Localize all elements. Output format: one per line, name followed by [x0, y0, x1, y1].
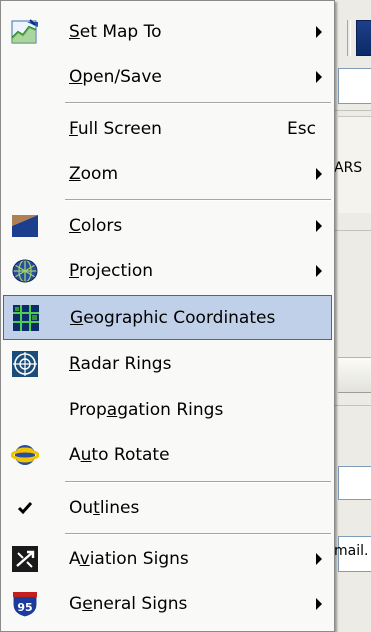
menu-item-label: Auto Rotate [69, 444, 170, 465]
background-divider [335, 405, 371, 406]
menu-item-label: Open/Save [69, 66, 162, 87]
background-input-field[interactable] [338, 466, 371, 500]
shortcut-label: Esc [287, 118, 316, 139]
background-peek-text: ARS [334, 160, 363, 176]
colors-icon [11, 212, 39, 240]
grid-icon [12, 304, 40, 332]
menu-item-propagation-rings[interactable]: Propagation Rings [3, 387, 332, 432]
highway-number: 95 [17, 601, 32, 614]
toolbar-button-icon[interactable] [356, 20, 371, 56]
toolbar-fragment [330, 0, 371, 62]
globe-projection-icon [11, 257, 39, 285]
background-divider [335, 110, 371, 111]
submenu-arrow-icon [316, 597, 322, 610]
menu-item-label: Colors [69, 215, 123, 236]
menu-item-radar-rings[interactable]: Radar Rings [3, 341, 332, 386]
menu-item-label: Radar Rings [69, 353, 172, 374]
radar-icon [11, 350, 39, 378]
toolbar-separator [347, 20, 351, 56]
menu-item-set-map-to[interactable]: Set Map To [3, 9, 332, 54]
aviation-sign-icon [11, 545, 39, 573]
menu-item-outlines[interactable]: Outlines [3, 485, 332, 530]
menu-item-label: Geographic Coordinates [70, 307, 276, 328]
menu-item-open-save[interactable]: Open/Save [3, 54, 332, 99]
menu-item-geographic-coordinates[interactable]: Geographic Coordinates [3, 295, 332, 340]
menu-separator [65, 199, 331, 201]
menu-item-label: Aviation Signs [69, 548, 189, 569]
menu-item-colors[interactable]: Colors [3, 203, 332, 248]
submenu-arrow-icon [316, 25, 322, 38]
menu-item-zoom[interactable]: Zoom [3, 151, 332, 196]
highway-95-icon: 95 [11, 590, 39, 618]
menu-item-label: Zoom [69, 163, 119, 184]
menu-item-label: Propagation Rings [69, 399, 224, 420]
background-input-field[interactable] [338, 68, 371, 104]
submenu-arrow-icon [316, 70, 322, 83]
menu-item-full-screen[interactable]: Full Screen Esc [3, 106, 332, 151]
submenu-arrow-icon [316, 552, 322, 565]
menu-item-label: Set Map To [69, 21, 162, 42]
menu-separator [65, 481, 331, 483]
checkmark-icon [11, 494, 39, 522]
map-chart-icon [11, 18, 39, 46]
context-menu: Set Map To Open/Save Full Screen Esc Zoo… [0, 0, 335, 632]
background-button[interactable] [338, 357, 371, 393]
menu-item-aviation-signs[interactable]: Aviation Signs [3, 536, 332, 581]
menu-item-projection[interactable]: Projection [3, 248, 332, 293]
submenu-arrow-icon [316, 167, 322, 180]
menu-item-label: General Signs [69, 593, 188, 614]
menu-item-label: Outlines [69, 497, 140, 518]
menu-item-label: Full Screen [69, 118, 162, 139]
background-divider [335, 230, 371, 231]
submenu-arrow-icon [316, 219, 322, 232]
background-peek-text: mail. [334, 543, 369, 559]
menu-separator [65, 102, 331, 104]
menu-item-general-signs[interactable]: 95 General Signs [3, 581, 332, 626]
menu-item-auto-rotate[interactable]: Auto Rotate [3, 432, 332, 477]
menu-item-label: Projection [69, 260, 154, 281]
menu-separator [65, 533, 331, 535]
rotate-globe-icon [10, 441, 40, 469]
submenu-arrow-icon [316, 264, 322, 277]
